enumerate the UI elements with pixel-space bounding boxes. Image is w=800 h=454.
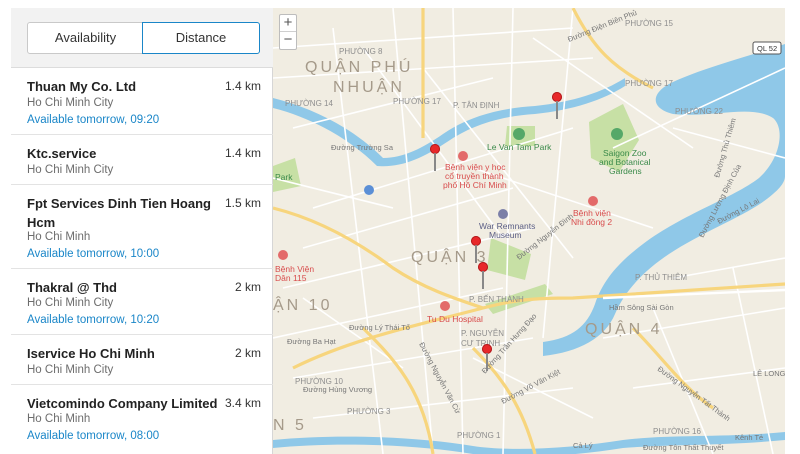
ward-label: PHƯỜNG 17 (393, 97, 441, 106)
store-distance: 2 km (234, 346, 261, 360)
store-distance: 2 km (234, 280, 261, 294)
hospital-icon (278, 250, 288, 260)
store-distance: 1.4 km (224, 146, 261, 160)
store-name: Fpt Services Dinh Tien Hoang Hcm (27, 196, 211, 230)
store-list: Thuan My Co. Ltd 1.4 km Ho Chi Minh City… (11, 68, 273, 449)
store-pin-marker[interactable] (482, 344, 492, 374)
zoo-icon (611, 128, 623, 140)
place-label: Tu Du Hospital (427, 314, 483, 324)
ward-label: P. NGUYỄN (461, 329, 504, 338)
sort-distance-button[interactable]: Distance (142, 22, 260, 54)
store-availability: Available tomorrow, 10:20 (27, 314, 160, 326)
ward-label: PHƯỜNG 14 (285, 99, 333, 108)
museum-icon (498, 209, 508, 219)
hospital-icon (588, 196, 598, 206)
park-icon (513, 128, 525, 140)
road-label: Đường Tôn Thất Thuyết (643, 443, 724, 452)
place-label: Gardens (609, 166, 642, 176)
sort-availability-button[interactable]: Availability (27, 22, 144, 54)
store-city: Ho Chi Minh City (27, 97, 114, 109)
zoom-out-button[interactable]: − (280, 32, 296, 49)
ward-label: P. THỦ THIÊM (635, 273, 687, 282)
store-city: Ho Chi Minh (27, 231, 91, 243)
store-name: Thuan My Co. Ltd (27, 79, 137, 94)
ward-label: PHƯỜNG 3 (347, 407, 391, 416)
store-item[interactable]: Fpt Services Dinh Tien Hoang Hcm 1.5 km … (11, 185, 273, 269)
store-list-panel: Availability Distance Thuan My Co. Ltd 1… (11, 8, 273, 454)
store-distance: 1.5 km (224, 196, 261, 210)
store-locator: Availability Distance Thuan My Co. Ltd 1… (0, 0, 800, 454)
district-label: ẬN 10 (273, 295, 332, 314)
road-label: Đường Lý Thái Tổ (349, 323, 410, 332)
store-item[interactable]: Vietcomindo Company Limited 3.4 km Ho Ch… (11, 385, 273, 449)
place-label: Nhi đồng 2 (571, 217, 612, 227)
ward-label: PHƯỜNG 15 (625, 19, 673, 28)
store-name: Ktc.service (27, 146, 97, 161)
highway-shield: QL 52 (752, 41, 782, 55)
zoom-in-button[interactable]: + (280, 15, 296, 32)
bus-station-icon (364, 185, 374, 195)
place-label: Park (275, 172, 293, 182)
ward-label: P. BẾN THÀNH (469, 294, 524, 304)
ward-label: PHƯỜNG 16 (653, 427, 701, 436)
zoom-controls: + − (279, 14, 297, 50)
store-pin-marker[interactable] (430, 144, 440, 174)
store-city: Ho Chi Minh City (27, 364, 114, 376)
store-distance: 1.4 km (224, 79, 261, 93)
road-label: Đường Hùng Vương (303, 385, 372, 394)
place-label: Le Van Tam Park (487, 142, 552, 152)
ward-label: PHƯỜNG 22 (675, 107, 723, 116)
hospital-icon (440, 301, 450, 311)
road-label: Hầm Sông Sài Gòn (609, 303, 674, 312)
road-label: Đường Trường Sa (331, 143, 394, 152)
store-city: Ho Chi Minh City (27, 164, 114, 176)
store-item[interactable]: Iservice Ho Chi Minh 2 km Ho Chi Minh Ci… (11, 335, 273, 385)
district-label: N 5 (273, 417, 307, 434)
store-distance: 3.4 km (224, 396, 261, 410)
road-label: Kênh Tẻ (735, 433, 763, 442)
store-name: Thakral @ Thd (27, 280, 117, 295)
district-label: QUẬN 4 (585, 319, 663, 338)
store-availability: Available tomorrow, 08:00 (27, 430, 160, 442)
place-label: Museum (489, 230, 522, 240)
store-name: Iservice Ho Chi Minh (27, 346, 155, 361)
road-label: LÊ LONG (753, 369, 785, 378)
district-label: QUẬN PHÚ (305, 57, 413, 76)
highway-shield-label: QL 52 (757, 44, 777, 53)
road-label: Cả Lý (573, 441, 593, 450)
place-label: Dân 115 (275, 273, 307, 283)
store-item[interactable]: Ktc.service 1.4 km Ho Chi Minh City (11, 135, 273, 185)
store-pin-marker[interactable] (552, 92, 562, 122)
ward-label: PHƯỜNG 17 (625, 79, 673, 88)
place-label: phố Hồ Chí Minh (443, 180, 507, 190)
store-item[interactable]: Thuan My Co. Ltd 1.4 km Ho Chi Minh City… (11, 68, 273, 135)
ward-label: PHƯỜNG 1 (457, 431, 501, 440)
ward-label: PHƯỜNG 8 (339, 47, 383, 56)
road-label: Đường Ba Hạt (287, 337, 337, 346)
store-city: Ho Chi Minh City (27, 297, 114, 309)
store-city: Ho Chi Minh (27, 413, 91, 425)
store-availability: Available tomorrow, 10:00 (27, 248, 160, 260)
district-label: NHUẬN (333, 77, 405, 96)
sort-segmented-control: Availability Distance (11, 8, 273, 68)
ward-label: CƯ TRINH (461, 339, 500, 348)
store-name: Vietcomindo Company Limited (27, 396, 218, 411)
ward-label: P. TÂN ĐỊNH (453, 101, 500, 110)
hospital-icon (458, 151, 468, 161)
store-pin-marker[interactable] (478, 262, 488, 292)
map-view[interactable]: QUẬN PHÚ NHUẬN QUẬN 3 ẬN 10 QUẬN 4 N 5 P… (273, 8, 785, 454)
store-item[interactable]: Thakral @ Thd 2 km Ho Chi Minh City Avai… (11, 269, 273, 335)
map-canvas: QUẬN PHÚ NHUẬN QUẬN 3 ẬN 10 QUẬN 4 N 5 P… (273, 8, 785, 454)
store-availability: Available tomorrow, 09:20 (27, 114, 160, 126)
